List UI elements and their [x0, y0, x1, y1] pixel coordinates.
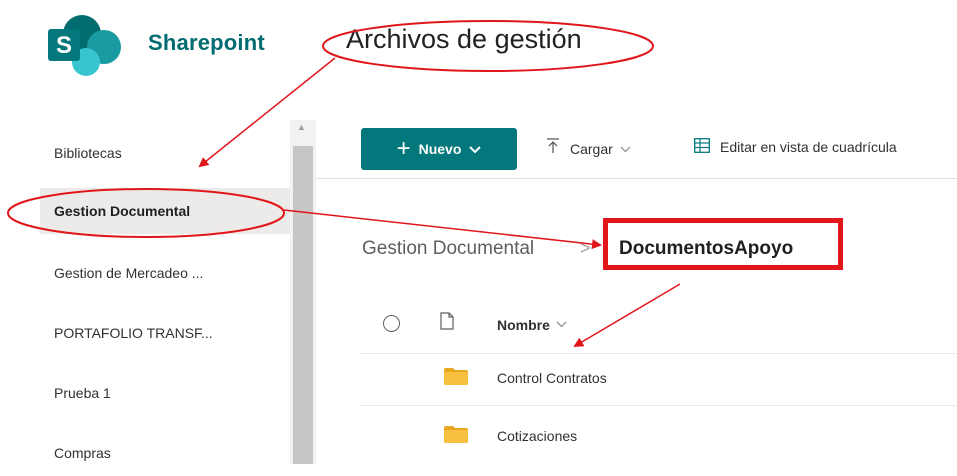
- breadcrumb-separator: >: [580, 238, 591, 258]
- sidebar-item-label: Bibliotecas: [54, 145, 122, 161]
- chevron-down-icon: [469, 142, 482, 157]
- grid-icon: [694, 138, 720, 156]
- site-title[interactable]: Archivos de gestión: [346, 24, 582, 55]
- new-button[interactable]: + Nuevo: [361, 128, 517, 170]
- sidebar-nav: Bibliotecas Gestion Documental Gestion d…: [40, 122, 290, 464]
- column-header-name[interactable]: Nombre: [497, 317, 567, 333]
- upload-button-label: Cargar: [570, 140, 613, 157]
- new-button-label: Nuevo: [418, 141, 462, 157]
- annotation-highlight-box: [603, 218, 843, 270]
- sidebar-item-label: Gestion Documental: [54, 203, 191, 219]
- list-item-name[interactable]: Cotizaciones: [497, 428, 577, 444]
- upload-icon: [546, 138, 560, 159]
- grid-view-label: Editar en vista de cuadrícula: [720, 139, 897, 155]
- sidebar-item-bibliotecas[interactable]: Bibliotecas: [40, 130, 290, 176]
- select-all-radio-icon[interactable]: [383, 315, 400, 332]
- folder-icon: [444, 368, 468, 390]
- logo-letter: S: [56, 32, 73, 59]
- sidebar-item-label: PORTAFOLIO TRANSF...: [54, 325, 213, 341]
- sidebar-item-portafolio[interactable]: PORTAFOLIO TRANSF...: [40, 310, 290, 356]
- sharepoint-logo-icon: S: [44, 14, 128, 76]
- sidebar-item-gestion-mercadeo[interactable]: Gestion de Mercadeo ...: [40, 250, 290, 296]
- chevron-down-icon: [620, 142, 631, 156]
- document-icon: [440, 312, 454, 335]
- sidebar-item-label: Prueba 1: [54, 385, 111, 401]
- sidebar-item-label: Gestion de Mercadeo ...: [54, 265, 204, 281]
- sidebar-item-compras[interactable]: Compras: [40, 430, 290, 476]
- upload-button[interactable]: Cargar: [546, 138, 631, 159]
- brand-name[interactable]: Sharepoint: [148, 30, 265, 56]
- sidebar-scroll-thumb[interactable]: [293, 146, 313, 464]
- sidebar-item-label: Compras: [54, 445, 111, 461]
- sidebar-item-prueba-1[interactable]: Prueba 1: [40, 370, 290, 416]
- chevron-down-icon: [556, 319, 567, 331]
- commandbar-divider: [316, 178, 957, 179]
- grid-view-button[interactable]: Editar en vista de cuadrícula: [694, 138, 897, 156]
- scroll-up-arrow-icon[interactable]: ▲: [297, 122, 309, 132]
- plus-icon: +: [396, 135, 411, 162]
- row-divider: [360, 353, 957, 354]
- row-divider: [360, 405, 957, 406]
- folder-icon: [444, 426, 468, 448]
- list-item-name[interactable]: Control Contratos: [497, 370, 607, 386]
- sidebar-item-gestion-documental[interactable]: Gestion Documental: [40, 188, 290, 234]
- breadcrumb-parent[interactable]: Gestion Documental: [362, 238, 534, 260]
- column-header-label: Nombre: [497, 317, 550, 333]
- annotation-arrow-breadcrumb-to-list: [573, 283, 681, 348]
